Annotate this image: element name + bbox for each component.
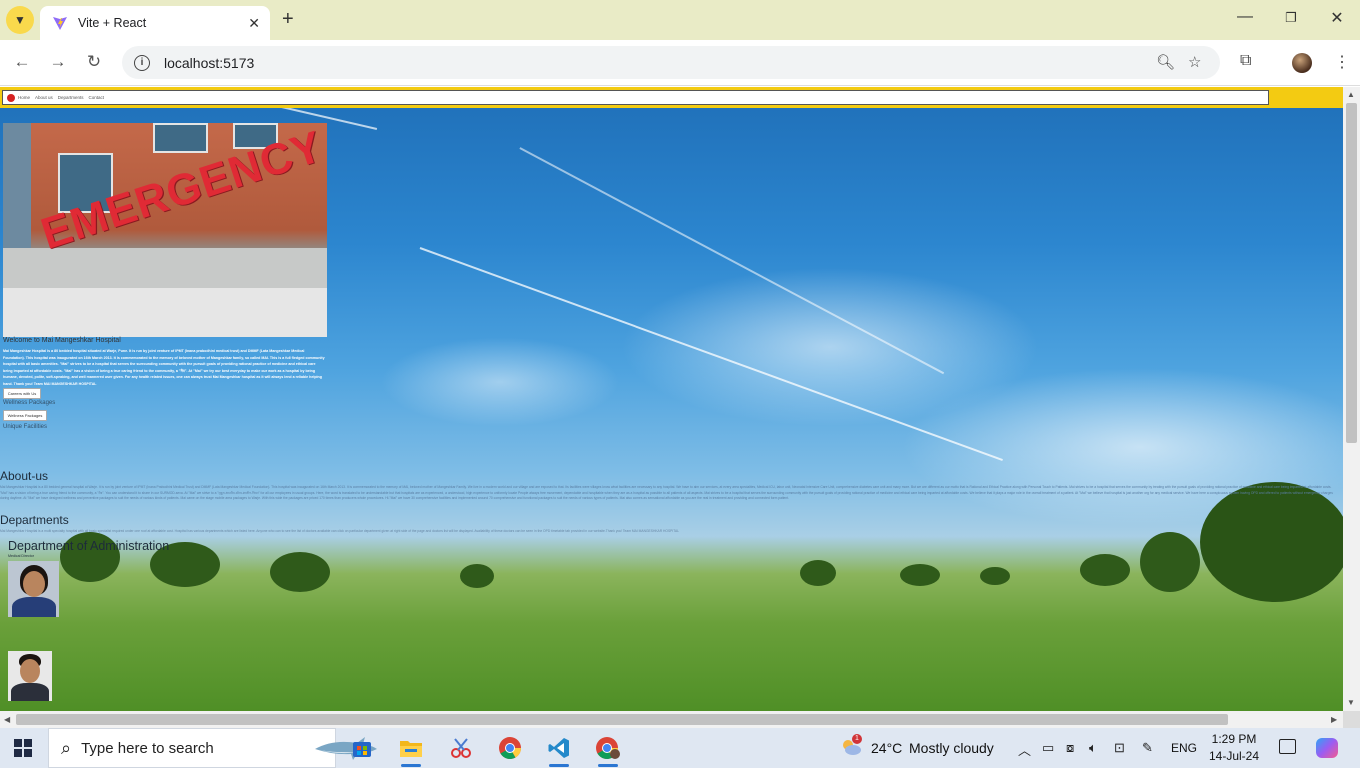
back-icon[interactable]: ← [10,52,34,72]
nav-link-contact[interactable]: Contact [89,95,105,100]
windows-start-icon[interactable] [14,739,32,757]
scroll-left-icon[interactable]: ◀ [4,715,10,724]
tab-title: Vite + React [78,16,147,30]
microsoft-store-icon[interactable] [344,732,380,764]
weather-condition[interactable]: Mostly cloudy [909,740,994,756]
clock-time: 1:29 PM [1211,732,1257,746]
careers-button[interactable]: Careers with Us [3,388,41,399]
search-placeholder: Type here to search [81,739,214,757]
nav-link-about[interactable]: About us [35,95,53,100]
hospital-logo-icon[interactable] [7,93,15,102]
admin-heading: Department of Administration [8,539,170,553]
clock-date: 14-Jul-24 [1208,749,1260,763]
forward-icon[interactable]: → [46,52,70,72]
network-icon[interactable]: ⊡ [1114,740,1125,756]
url-text[interactable]: localhost:5173 [164,55,254,71]
scroll-right-icon[interactable]: ▶ [1331,715,1337,724]
horizontal-scroll-thumb[interactable] [16,714,1228,725]
scroll-up-icon[interactable]: ▲ [1347,90,1355,99]
scroll-corner [1343,711,1360,728]
chevron-up-icon[interactable]: ︿ [1018,740,1031,759]
vscode-icon[interactable] [541,732,577,767]
nav-link-home[interactable]: Home [18,95,30,100]
admin-subtitle: Medical Director [8,554,34,558]
vite-icon [53,17,67,30]
welcome-title: Welcome to Mai Mangeshkar Hospital [3,337,121,344]
speaker-icon[interactable]: 🔈︎ [1089,740,1097,756]
chrome-profile-icon[interactable] [590,732,626,767]
restore-icon[interactable]: ❐ [1276,10,1306,26]
doctor-photo[interactable] [8,561,59,617]
browser-toolbar: ← → ↻ i localhost:5173 🔍︎ ☆ ⧉ ⋮ [0,40,1360,86]
close-icon[interactable]: ✕ [248,15,260,32]
tree-line [0,482,1343,602]
facilities-label: Unique Facilities [3,424,48,430]
kebab-menu-icon[interactable]: ⋮ [1334,52,1350,72]
hero-image: EMERGENCY [3,123,327,337]
battery-icon[interactable]: ▭ [1042,740,1054,756]
copilot-icon[interactable] [1316,738,1338,758]
scroll-down-icon[interactable]: ▼ [1347,698,1355,707]
departments-heading: Departments [0,513,69,527]
window-close-icon[interactable]: ✕ [1322,8,1352,28]
nav-link-departments[interactable]: Departments [58,95,84,100]
browser-tab[interactable]: Vite + React ✕ [40,6,270,40]
departments-text: Mai Mangeshkar Hospital is a multi speci… [0,529,680,533]
intro-text: Mai Mangeshkar Hospital is a 80 bedded h… [3,349,325,386]
temperature[interactable]: 24°C [871,740,902,756]
profile-icon[interactable] [1292,53,1312,73]
cloud [380,337,620,427]
address-bar[interactable]: i localhost:5173 🔍︎ ☆ [122,46,1220,79]
about-text: Mai Mangeshkar Hospital is a 80 bedded g… [0,485,1333,500]
minimize-icon[interactable]: — [1230,8,1260,26]
taskbar: ⌕ Type here to search 1 24°C Mostly clou… [0,728,1360,768]
plus-icon[interactable]: + [282,8,294,31]
vertical-scroll-thumb[interactable] [1346,103,1357,443]
taskbar-search[interactable]: ⌕ Type here to search [48,728,377,768]
navbar: Home About us Departments Contact [2,90,1269,105]
about-heading: About-us [0,469,49,483]
meet-now-icon[interactable]: ⧇ [1066,740,1074,756]
doctor-photo[interactable] [8,651,52,701]
snipping-tool-icon[interactable] [443,732,479,764]
search-icon: ⌕ [61,737,72,758]
wellness-button[interactable]: Wellness Packages [3,410,47,421]
wellness-label: Wellness Packages [3,400,56,406]
browser-tab-strip: ▼ Vite + React ✕ + — ❐ ✕ [0,0,1360,40]
extensions-icon[interactable]: ⧉ [1240,52,1251,70]
chrome-icon[interactable] [492,732,528,764]
page-viewport: Home About us Departments Contact EMERGE… [0,87,1343,711]
language-indicator[interactable]: ENG [1171,741,1197,755]
star-icon[interactable]: ☆ [1188,53,1201,71]
pen-icon[interactable]: ✎ [1142,740,1153,756]
site-info-icon[interactable]: i [134,54,150,71]
zoom-icon[interactable]: 🔍︎ [1156,53,1175,71]
tab-search-button[interactable]: ▼ [6,6,34,34]
reload-icon[interactable]: ↻ [82,52,106,72]
chevron-down-icon: ▼ [14,13,26,27]
header-bar: Home About us Departments Contact [0,87,1343,108]
weather-badge: 1 [852,734,862,744]
file-explorer-icon[interactable] [393,732,429,767]
clock[interactable]: 1:29 PM 14-Jul-24 [1208,731,1260,765]
notification-icon[interactable] [1279,739,1296,754]
